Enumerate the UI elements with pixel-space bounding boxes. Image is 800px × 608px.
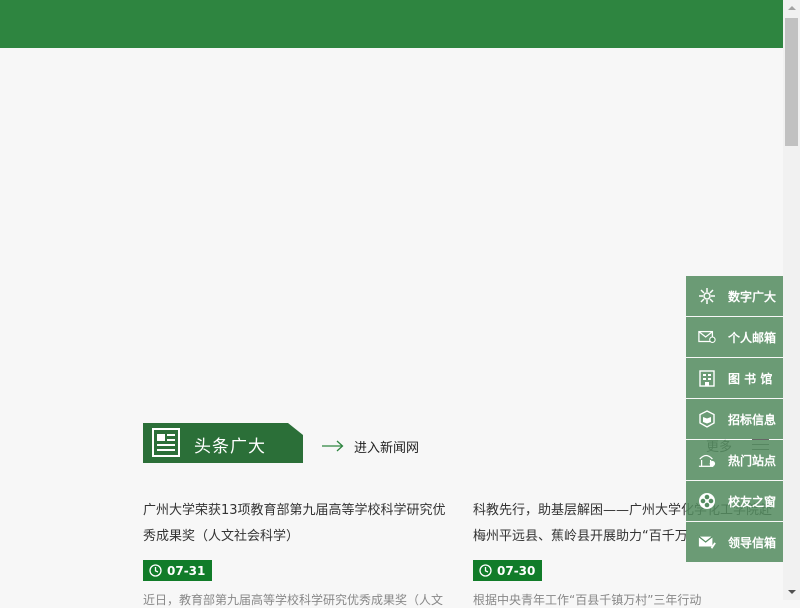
section-header: 头条广大 (143, 423, 303, 463)
mail-pen-icon (698, 533, 716, 551)
enter-news-label: 进入新闻网 (354, 440, 420, 456)
article-1[interactable]: 广州大学荣获13项教育部第九届高等学校科学研究优秀成果奖（人文社会科学） (143, 498, 453, 550)
sidenav-label: 招标信息 (728, 412, 777, 427)
flower-icon (698, 492, 716, 510)
clock-icon (149, 564, 162, 577)
sidenav-label: 数字广大 (728, 289, 777, 304)
sidenav-leader-mailbox[interactable]: 领导信箱 (686, 522, 783, 562)
sidenav-alumni-window[interactable]: 校友之窗 (686, 481, 783, 521)
sidenav-label: 领导信箱 (728, 535, 777, 550)
sidenav-label: 校友之窗 (728, 494, 777, 509)
sidenav-library[interactable]: 图 书 馆 (686, 358, 783, 398)
sidenav-personal-mail[interactable]: 个人邮箱 (686, 317, 783, 357)
article-headline[interactable]: 广州大学荣获13项教育部第九届高等学校科学研究优秀成果奖（人文社会科学） (143, 498, 453, 550)
top-header-bar (0, 0, 783, 48)
date-text: 07-30 (497, 563, 536, 578)
building-icon (698, 369, 716, 387)
enter-news-link[interactable]: 进入新闻网 (322, 436, 419, 456)
sidenav-digital-gzhu[interactable]: 数字广大 (686, 276, 783, 316)
gear-network-icon (698, 287, 716, 305)
scroll-down-arrow-icon[interactable] (783, 583, 800, 600)
scroll-up-arrow-icon[interactable] (783, 0, 800, 17)
date-badge-1: 07-31 (143, 560, 212, 581)
date-badge-2: 07-30 (473, 560, 542, 581)
sidenav-hot-sites[interactable]: 热门站点 (686, 440, 783, 480)
shield-book-icon (698, 410, 716, 428)
sidenav-label: 个人邮箱 (728, 330, 777, 345)
scroll-thumb[interactable] (785, 18, 798, 146)
arrow-right-icon (322, 440, 344, 452)
clock-icon (479, 564, 492, 577)
banner-area (0, 48, 783, 408)
sidenav-label: 图 书 馆 (728, 371, 773, 386)
side-quick-nav: 数字广大 个人邮箱 图 书 馆 招标信息 热门站点 校友之窗 领导信箱 (686, 276, 783, 563)
date-text: 07-31 (167, 563, 206, 578)
hot-site-icon (698, 451, 716, 469)
mail-user-icon (698, 328, 716, 346)
newspaper-icon (152, 428, 180, 457)
sidenav-tender-info[interactable]: 招标信息 (686, 399, 783, 439)
sidenav-label: 热门站点 (728, 453, 777, 468)
section-title: 头条广大 (194, 437, 266, 457)
page-scrollbar[interactable] (783, 0, 800, 600)
